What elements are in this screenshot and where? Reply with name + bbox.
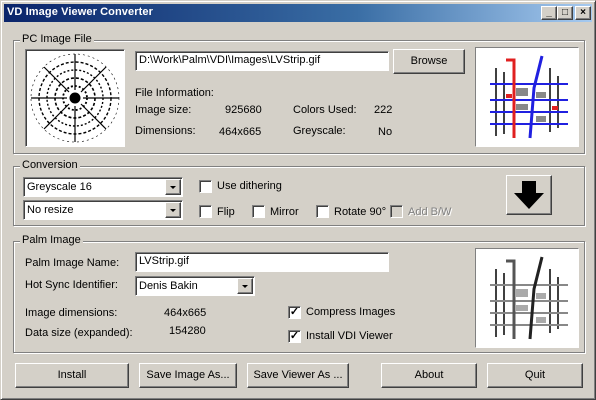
minimize-button[interactable]: _: [541, 6, 557, 20]
greyscale-value: No: [378, 126, 393, 138]
flip-checkbox[interactable]: [199, 205, 212, 218]
maximize-button[interactable]: □: [557, 6, 573, 20]
pc-image-group-label: PC Image File: [20, 33, 94, 45]
mirror-checkbox[interactable]: [252, 205, 265, 218]
window-title: VD Image Viewer Converter: [7, 6, 153, 18]
compress-images-label: Compress Images: [306, 306, 396, 318]
title-bar[interactable]: VD Image Viewer Converter _ □ ×: [4, 4, 592, 22]
image-size-value: 925680: [225, 104, 262, 116]
hotsync-label: Hot Sync Identifier:: [25, 279, 118, 291]
install-viewer-checkbox[interactable]: ✓: [288, 330, 301, 343]
data-size-label: Data size (expanded):: [25, 327, 133, 339]
use-dithering-checkbox[interactable]: [199, 180, 212, 193]
about-button[interactable]: About: [381, 363, 477, 388]
palm-name-label: Palm Image Name:: [25, 257, 120, 269]
flip-label: Flip: [217, 206, 235, 218]
app-window: VD Image Viewer Converter _ □ × PC Image…: [0, 0, 596, 400]
spiral-pattern-icon: [30, 53, 120, 143]
resize-value: No resize: [27, 204, 74, 216]
pc-image-path-input[interactable]: D:\Work\Palm\VDI\Images\LVStrip.gif: [135, 51, 389, 71]
palm-map-preview: [475, 248, 579, 348]
image-dimensions-label: Image dimensions:: [25, 307, 118, 319]
convert-button[interactable]: [506, 175, 552, 215]
save-viewer-as-button[interactable]: Save Viewer As ...: [247, 363, 349, 388]
install-viewer-label: Install VDI Viewer: [306, 330, 393, 342]
add-bw-checkbox[interactable]: [390, 205, 403, 218]
palm-image-group-label: Palm Image: [20, 234, 83, 246]
greyscale-label: Greyscale:: [293, 125, 346, 137]
dimensions-value: 464x665: [219, 126, 262, 138]
quit-button[interactable]: Quit: [487, 363, 583, 388]
conversion-group-label: Conversion: [20, 159, 80, 171]
palm-image-name-input[interactable]: LVStrip.gif: [135, 252, 389, 272]
hotsync-select[interactable]: Denis Bakin: [135, 276, 255, 296]
chevron-down-icon[interactable]: [237, 278, 253, 294]
install-button[interactable]: Install: [15, 363, 129, 388]
image-size-label: Image size:: [135, 104, 192, 116]
close-button[interactable]: ×: [575, 6, 591, 20]
dimensions-label: Dimensions:: [135, 125, 196, 137]
pc-map-preview: [475, 47, 579, 147]
rotate-checkbox[interactable]: [316, 205, 329, 218]
chevron-down-icon[interactable]: [165, 202, 181, 218]
browse-button[interactable]: Browse: [393, 49, 465, 74]
image-dimensions-value: 464x665: [164, 307, 207, 319]
compress-images-checkbox[interactable]: ✓: [288, 306, 301, 319]
file-info-label: File Information:: [135, 87, 214, 99]
chevron-down-icon[interactable]: [165, 179, 181, 195]
color-depth-select[interactable]: Greyscale 16: [23, 177, 183, 197]
colors-used-value: 222: [374, 104, 393, 116]
add-bw-label: Add B/W: [408, 206, 452, 218]
rotate-label: Rotate 90°: [334, 206, 387, 218]
color-depth-value: Greyscale 16: [27, 181, 92, 193]
resize-select[interactable]: No resize: [23, 200, 183, 220]
street-map-icon: [476, 48, 578, 146]
data-size-value: 154280: [169, 325, 206, 337]
save-image-as-button[interactable]: Save Image As...: [139, 363, 237, 388]
down-arrow-icon: [514, 181, 544, 209]
street-map-icon: [476, 249, 578, 347]
colors-used-label: Colors Used:: [293, 104, 357, 116]
source-image-preview: [25, 49, 125, 147]
mirror-label: Mirror: [270, 206, 299, 218]
use-dithering-label: Use dithering: [217, 180, 282, 192]
hotsync-value: Denis Bakin: [139, 280, 198, 292]
